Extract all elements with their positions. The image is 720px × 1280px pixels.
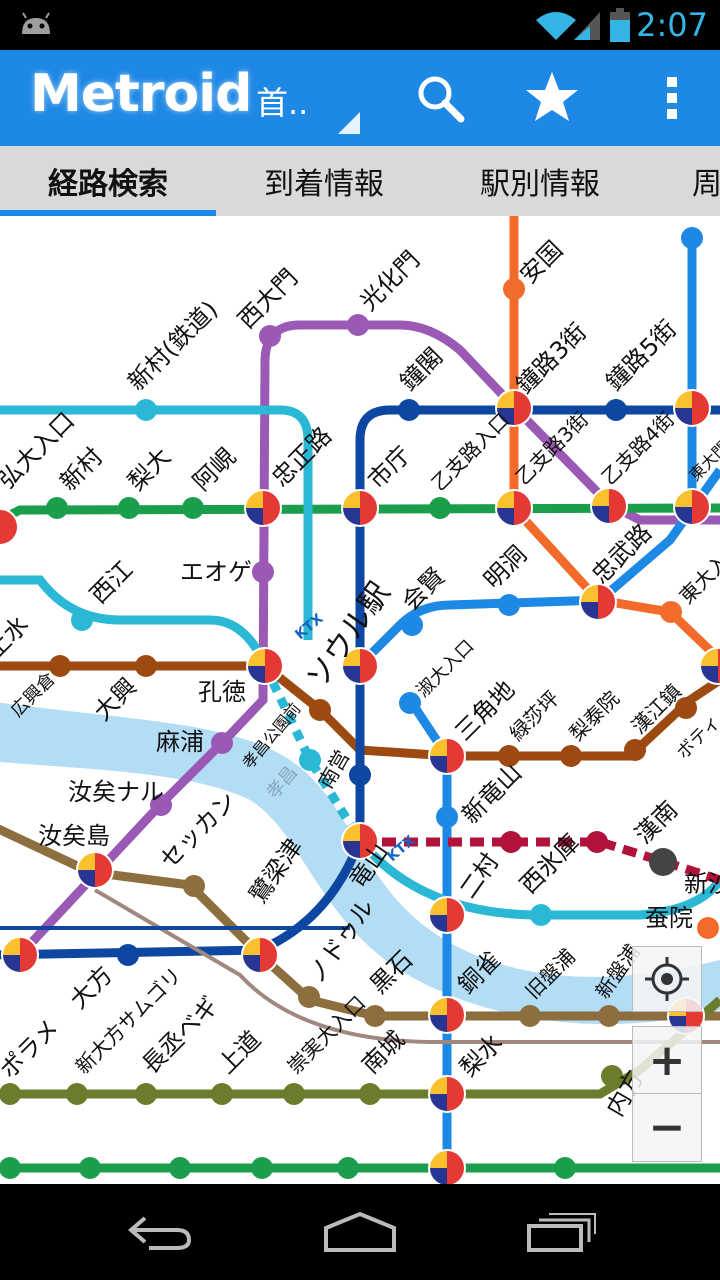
star-icon	[526, 72, 578, 121]
tab-arrival-info[interactable]: 到着情報	[216, 146, 432, 216]
station-label[interactable]: 新村(鉄道)	[122, 295, 223, 396]
station-label[interactable]: 上道	[212, 1026, 266, 1080]
station-label[interactable]: 蚕院	[645, 904, 693, 932]
locate-button[interactable]	[632, 946, 702, 1012]
station-label[interactable]: 麻浦	[156, 728, 204, 756]
subway-map[interactable]: 西大門 光化門 新村(鉄道) 鐘閣 鐘路3街 鐘路5街 安国 弘大入口 新村 梨…	[0, 216, 720, 1184]
station-label[interactable]: 汝矣ナル	[68, 778, 164, 806]
station-label[interactable]: 東大入口	[675, 535, 720, 609]
android-icon	[22, 12, 50, 34]
back-icon	[127, 1216, 192, 1250]
station-label[interactable]: 乙支路入口	[427, 408, 515, 496]
station-label[interactable]: 二村	[454, 848, 504, 903]
station-label[interactable]: 光化門	[354, 246, 425, 317]
station-label[interactable]: 鷺梁津	[244, 833, 308, 908]
station-label[interactable]: 上水	[0, 611, 34, 665]
station-label[interactable]: 明洞	[478, 541, 532, 595]
recent-apps-button[interactable]	[512, 1202, 612, 1262]
station-label[interactable]: 梨大	[122, 443, 176, 497]
station-label[interactable]: ポラメ	[0, 1014, 65, 1084]
overflow-menu-button[interactable]	[624, 50, 720, 146]
city-spinner-label: 首..	[256, 84, 309, 122]
home-icon	[324, 1211, 396, 1252]
station-label[interactable]: 新沙	[684, 870, 720, 898]
tab-partial[interactable]: 周	[680, 146, 720, 216]
signal-battery-icons	[536, 8, 630, 42]
system-nav-bar	[0, 1184, 720, 1280]
station-label[interactable]: 阿峴	[187, 443, 241, 497]
locate-icon	[645, 957, 689, 1001]
station-label[interactable]: 忠正路	[266, 422, 337, 493]
station-label[interactable]: 汝矣島	[38, 822, 110, 850]
spinner-arrow-icon	[338, 112, 360, 134]
city-spinner[interactable]: 首..	[250, 72, 362, 136]
action-bar: Metroid 首..	[0, 50, 720, 146]
zoom-out-button[interactable]: −	[633, 1094, 701, 1160]
tab-bar: 経路検索 到着情報 駅別情報 周	[0, 146, 720, 218]
station-label[interactable]: 新竜山	[456, 759, 527, 830]
search-icon	[418, 76, 465, 123]
subway-map-svg[interactable]: 西大門 光化門 新村(鉄道) 鐘閣 鐘路3街 鐘路5街 安国 弘大入口 新村 梨…	[0, 216, 720, 1184]
station-label[interactable]: 淑大入口	[413, 636, 479, 702]
search-button[interactable]	[392, 50, 488, 146]
station-label[interactable]: 鐘閣	[394, 343, 448, 397]
station-label[interactable]: 孔徳	[198, 678, 246, 706]
status-bar: 2:07	[0, 0, 720, 50]
status-time: 2:07	[636, 6, 708, 44]
app-title: Metroid	[30, 64, 252, 124]
favorite-button[interactable]	[504, 50, 600, 146]
station-label[interactable]: 安国	[514, 236, 568, 290]
recent-apps-icon	[527, 1213, 596, 1252]
home-button[interactable]	[310, 1202, 410, 1262]
station-label[interactable]: 南城	[356, 1026, 410, 1080]
back-button[interactable]	[110, 1202, 210, 1262]
overflow-menu-icon	[667, 77, 677, 119]
svg-text:KTX: KTX	[384, 833, 418, 865]
zoom-in-button[interactable]: +	[633, 1027, 701, 1094]
station-label[interactable]: 梨泰院	[565, 686, 624, 745]
station-label[interactable]: ボティ	[673, 711, 720, 763]
station-label[interactable]: 鐘路5街	[600, 315, 682, 397]
station-label[interactable]: 南営	[314, 746, 355, 793]
station-label[interactable]: 市庁	[362, 441, 416, 495]
zoom-controls: + −	[632, 1026, 702, 1162]
tab-station-info[interactable]: 駅別情報	[432, 146, 648, 216]
station-label[interactable]: 鐘路3街	[510, 318, 592, 400]
tab-route-search[interactable]: 経路検索	[0, 146, 216, 216]
station-label[interactable]: 梨水	[454, 1029, 508, 1083]
station-label[interactable]: 大方	[64, 961, 118, 1015]
station-label[interactable]: エオゲ	[180, 558, 252, 586]
station-label[interactable]: 新村	[54, 443, 108, 497]
station-label[interactable]: 漢南	[629, 796, 683, 850]
station-label[interactable]: 三角地	[449, 676, 520, 747]
station-label[interactable]: 乙支路4街	[597, 407, 680, 490]
station-label[interactable]: 西江	[84, 556, 138, 610]
